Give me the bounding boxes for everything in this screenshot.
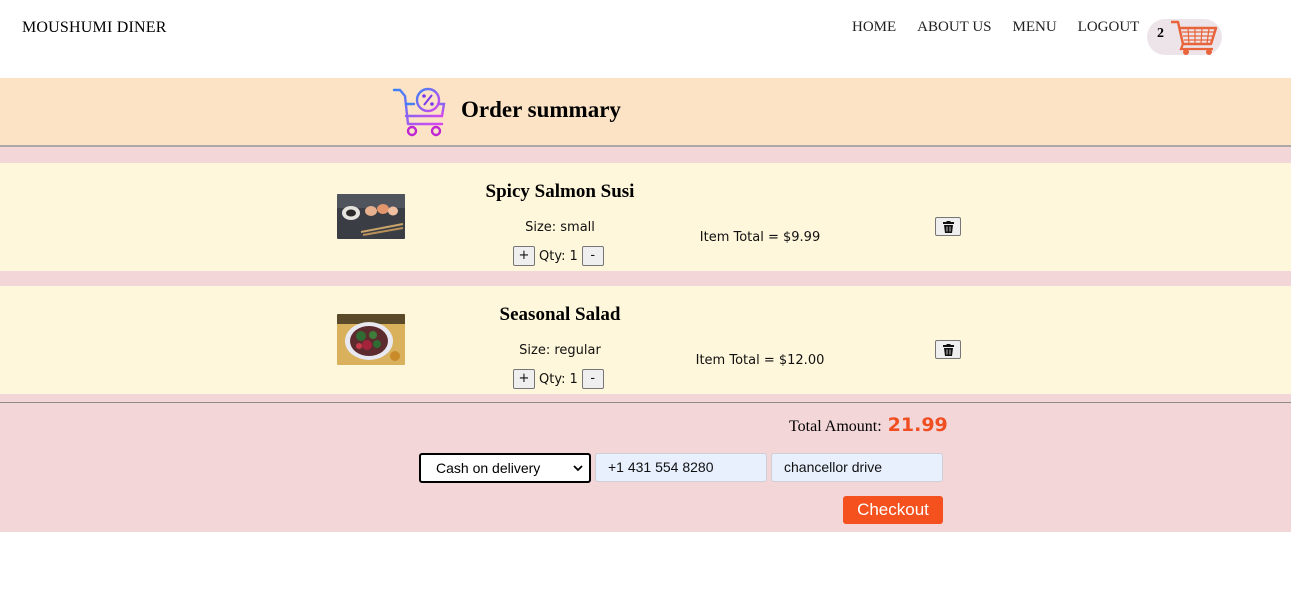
item-name: Spicy Salmon Susi xyxy=(485,181,635,202)
remove-item-button[interactable] xyxy=(935,340,961,359)
remove-item-button[interactable] xyxy=(935,217,961,236)
qty-value: 1 xyxy=(569,248,578,264)
qty-decrease-button[interactable]: - xyxy=(581,246,604,266)
item-name: Seasonal Salad xyxy=(499,304,621,325)
qty-increase-button[interactable]: + xyxy=(513,369,535,389)
payment-method-value: Cash on delivery xyxy=(436,460,541,476)
item-size: Size: regular xyxy=(519,343,601,358)
quantity-stepper: + Qty: 1 - xyxy=(513,369,604,389)
checkout-button[interactable]: Checkout xyxy=(843,496,943,524)
total-amount: Total Amount: 21.99 xyxy=(789,414,948,436)
item-size: Size: small xyxy=(525,220,595,235)
nav-about-us[interactable]: ABOUT US xyxy=(917,19,991,36)
address-field[interactable]: chancellor drive xyxy=(771,453,943,482)
item-image xyxy=(337,194,405,239)
nav-logout[interactable]: LOGOUT xyxy=(1078,19,1140,36)
payment-method-select[interactable]: Cash on delivery xyxy=(419,453,591,483)
cart-count-badge: 2 xyxy=(1157,26,1164,41)
order-summary-banner: Order summary xyxy=(0,78,1291,147)
qty-value: 1 xyxy=(569,371,578,387)
quantity-stepper: + Qty: 1 - xyxy=(513,246,604,266)
item-total: Item Total = $9.99 xyxy=(699,230,821,245)
phone-field[interactable]: +1 431 554 8280 xyxy=(595,453,767,482)
chevron-down-icon xyxy=(573,465,583,472)
page-title: Order summary xyxy=(461,97,621,122)
order-item: Seasonal Salad Size: regular + Qty: 1 - … xyxy=(0,286,1291,394)
divider xyxy=(0,402,1291,403)
brand-name[interactable]: MOUSHUMI DINER xyxy=(22,19,167,37)
qty-increase-button[interactable]: + xyxy=(513,246,535,266)
qty-label: Qty: xyxy=(539,248,566,264)
trash-icon xyxy=(943,344,954,356)
qty-label: Qty: xyxy=(539,371,566,387)
qty-decrease-button[interactable]: - xyxy=(581,369,604,389)
total-amount-value: 21.99 xyxy=(887,414,948,436)
nav-menu[interactable]: MENU xyxy=(1013,19,1057,36)
shopping-cart-discount-icon xyxy=(392,87,446,137)
cart-icon xyxy=(1171,20,1218,55)
top-navbar: MOUSHUMI DINER HOME ABOUT US MENU LOGOUT… xyxy=(0,0,1291,78)
nav-home[interactable]: HOME xyxy=(852,19,896,36)
total-amount-label: Total Amount: xyxy=(789,418,882,435)
trash-icon xyxy=(943,221,954,233)
main-nav: HOME ABOUT US MENU LOGOUT xyxy=(852,19,1160,36)
item-total: Item Total = $12.00 xyxy=(695,353,825,368)
order-item: Spicy Salmon Susi Size: small + Qty: 1 -… xyxy=(0,163,1291,271)
item-image xyxy=(337,314,405,365)
cart-button[interactable]: 2 xyxy=(1147,19,1222,55)
